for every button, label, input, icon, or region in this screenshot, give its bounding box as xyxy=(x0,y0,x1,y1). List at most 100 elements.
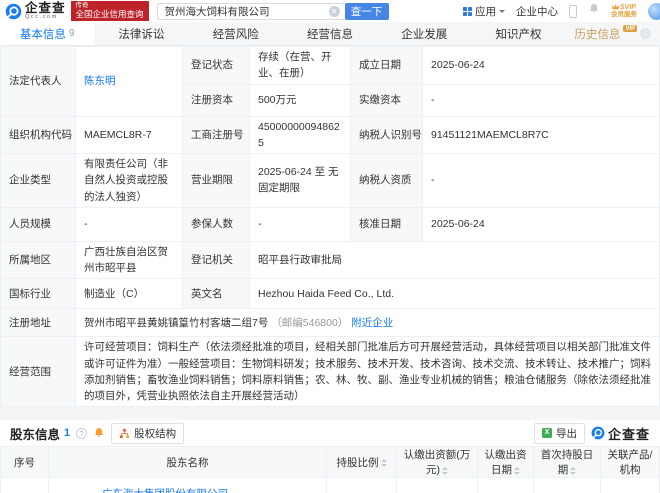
row-amount: 500 xyxy=(396,477,478,493)
english-name-value: Hezhou Haida Feed Co., Ltd. xyxy=(249,278,660,310)
tab-label: 基本信息 xyxy=(19,28,66,41)
col-ratio[interactable]: 持股比例 xyxy=(326,446,397,479)
help-icon[interactable]: ? xyxy=(76,427,88,439)
apps-grid-icon xyxy=(463,6,472,16)
legal-rep-value: 陈东明 xyxy=(75,46,183,117)
staff-size-value: - xyxy=(75,206,183,242)
shareholder-name-cell: + 广东海大集团股份有限公司 海大集团 (002311.SZ) xyxy=(51,486,324,493)
user-avatar[interactable] xyxy=(648,2,660,20)
tab-label: 经营风险 xyxy=(212,28,259,41)
reg-status-label: 登记状态 xyxy=(182,46,250,85)
notification-bell-icon[interactable] xyxy=(588,2,600,20)
excel-icon: X xyxy=(541,428,552,439)
col-date-label: 认缴出资日期 xyxy=(484,449,527,477)
row-first-date: 2025-06-24 xyxy=(533,477,601,493)
reg-address-label: 注册地址 xyxy=(0,308,76,338)
tab-intellectual-property[interactable]: 知识产权 xyxy=(471,22,565,45)
col-ratio-label: 持股比例 xyxy=(336,456,379,469)
shareholders-count: 1 xyxy=(64,427,71,440)
org-chart-icon xyxy=(120,428,130,439)
col-first-holding-date[interactable]: 首次持股日期 xyxy=(533,446,601,479)
logo-name: 企查查 xyxy=(25,0,66,15)
org-code-value: MAEMCL8R-7 xyxy=(75,115,183,155)
tab-legal-litigation[interactable]: 法律诉讼 xyxy=(94,22,188,45)
biz-term-label: 营业期限 xyxy=(182,153,250,208)
tab-operation-risk[interactable]: 经营风险 xyxy=(189,22,283,45)
nearby-companies-link[interactable]: 附近企业 xyxy=(351,317,393,329)
header-right-nav: 应用 企业中心 SVIP 会员服务 xyxy=(463,2,660,20)
col-subscribed-amount[interactable]: 认缴出资额(万元) xyxy=(396,446,478,479)
apps-label: 应用 xyxy=(475,5,496,18)
shareholders-header: 股东信息 1 ? 股权结构 X 导出 企查查 xyxy=(0,420,660,446)
col-subscribed-date[interactable]: 认缴出资日期 xyxy=(477,446,534,479)
qcc-watermark-icon xyxy=(591,427,605,440)
svip-member-badge[interactable]: SVIP 会员服务 xyxy=(611,4,637,19)
tab-business-info[interactable]: 经营信息 xyxy=(283,22,377,45)
authority-value: 昭平县行政审批局 xyxy=(249,240,660,280)
section-divider xyxy=(0,407,660,421)
basic-info-table: 法定代表人 陈东明 登记状态 存续（在营、开业、在册） 成立日期 2025-06… xyxy=(0,46,660,408)
industry-value: 制造业（C） xyxy=(75,278,183,310)
tax-qual-value: - xyxy=(422,153,660,208)
reg-address-value: 贺州市昭平县黄姚镇篁竹村客塘二组7号 （邮编546800） 附近企业 xyxy=(75,308,660,338)
chevron-down-icon xyxy=(499,9,505,16)
reg-capital-label: 注册资本 xyxy=(182,83,250,117)
row-product: 海大集团 xyxy=(600,477,660,493)
export-button[interactable]: X 导出 xyxy=(533,422,585,444)
biz-term-value: 2025-06-24 至 无固定期限 xyxy=(249,153,351,208)
equity-structure-button[interactable]: 股权结构 xyxy=(111,422,185,444)
row-no: 1 xyxy=(0,477,49,493)
svip-line2: 会员服务 xyxy=(611,11,637,19)
col-related-product: 关联产品/机构 xyxy=(600,446,660,479)
search-button[interactable]: 查一下 xyxy=(344,2,389,20)
industry-label: 国标行业 xyxy=(0,278,76,310)
legal-rep-link[interactable]: 陈东明 xyxy=(84,75,116,87)
monitor-bell-icon[interactable] xyxy=(93,427,105,439)
equity-structure-label: 股权结构 xyxy=(134,427,177,440)
reg-capital-value: 500万元 xyxy=(249,83,351,117)
shareholders-table: 序号 股东名称 持股比例 认缴出资额(万元) 认缴出资日期 首次持股日期 关联产… xyxy=(0,446,660,493)
clear-search-icon[interactable]: ✕ xyxy=(328,5,340,17)
badge-line2: 全国企业信用查询 xyxy=(75,8,144,19)
paid-capital-label: 实缴资本 xyxy=(350,83,423,117)
qcc-logo-icon[interactable] xyxy=(5,3,22,20)
sort-icon[interactable] xyxy=(380,459,387,468)
sort-icon[interactable] xyxy=(442,466,448,475)
tab-basic-info[interactable]: 基本信息 9 xyxy=(0,22,95,45)
mobile-app-icon[interactable] xyxy=(569,4,577,18)
biz-reg-label: 工商注册号 xyxy=(182,115,250,155)
biz-reg-value: 450000000948625 xyxy=(249,115,351,155)
tab-company-development[interactable]: 企业发展 xyxy=(377,22,471,45)
qcc-watermark: 企查查 xyxy=(591,424,650,443)
legal-rep-label: 法定代表人 xyxy=(0,46,76,117)
enterprise-center-link[interactable]: 企业中心 xyxy=(516,4,558,19)
search-input[interactable] xyxy=(156,2,345,20)
sort-icon[interactable] xyxy=(570,466,577,475)
col-first-date-label: 首次持股日期 xyxy=(540,449,594,477)
est-date-label: 成立日期 xyxy=(350,46,423,85)
tax-qual-label: 纳税人资质 xyxy=(350,153,423,208)
tab-label: 法律诉讼 xyxy=(118,28,165,41)
row-ratio: 100% xyxy=(326,477,397,493)
tab-label: 经营信息 xyxy=(306,28,353,41)
tab-label: 知识产权 xyxy=(495,28,542,41)
shareholder-company-link[interactable]: 广东海大集团股份有限公司 xyxy=(102,486,228,493)
col-no: 序号 xyxy=(0,446,49,479)
qcc-watermark-text: 企查查 xyxy=(607,426,650,442)
logo-subtext: Qcc.com xyxy=(25,14,58,20)
tab-count: 9 xyxy=(68,28,75,39)
approval-date-value: 2025-06-24 xyxy=(422,206,660,242)
apps-menu[interactable]: 应用 xyxy=(463,4,505,19)
shareholders-table-header-row: 序号 股东名称 持股比例 认缴出资额(万元) 认缴出资日期 首次持股日期 关联产… xyxy=(0,446,660,479)
insured-count-value: - xyxy=(249,206,351,242)
qcc-logo-text[interactable]: 企查查 Qcc.com xyxy=(25,0,66,21)
col-amount-label: 认缴出资额(万元) xyxy=(403,449,471,477)
sort-icon[interactable] xyxy=(514,466,520,475)
shareholders-title: 股东信息 xyxy=(10,427,61,442)
col-shareholder-name: 股东名称 xyxy=(48,446,327,479)
est-date-value: 2025-06-24 xyxy=(422,46,660,85)
credit-query-badge: 传奇 全国企业信用查询 xyxy=(70,1,149,21)
tab-label: 历史信息 xyxy=(574,28,621,41)
english-name-label: 英文名 xyxy=(182,278,250,310)
tab-history-info[interactable]: 历史信息 VIP i xyxy=(566,22,660,45)
